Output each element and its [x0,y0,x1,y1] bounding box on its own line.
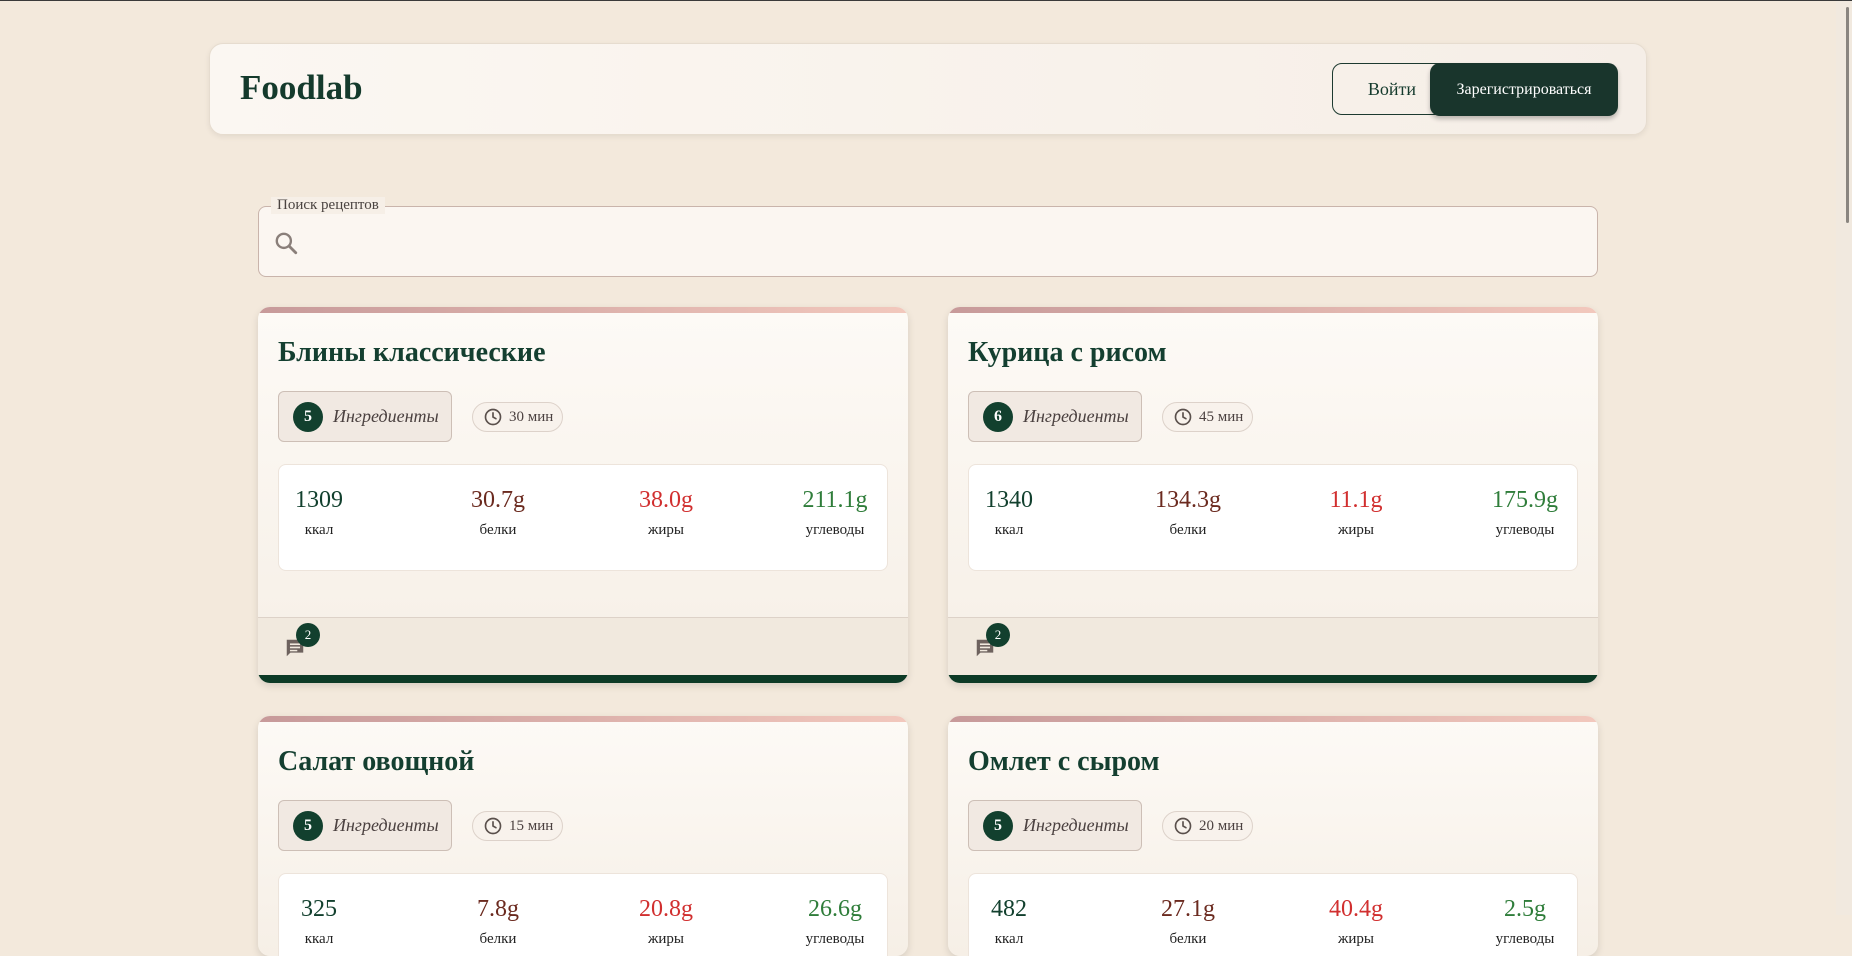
register-button[interactable]: Зарегистрироваться [1430,63,1618,116]
card-bottom-bar [948,675,1598,683]
recipe-title[interactable]: Блины классические [278,337,546,369]
app-header: Foodlab Войти Зарегистрироваться [209,43,1647,135]
kcal-label: ккал [304,522,334,538]
cook-time: 20 мин [1199,817,1244,834]
carbs-label: углеводы [1495,522,1555,538]
ingredients-button[interactable]: 5 Ингредиенты [278,800,452,851]
protein-label: белки [479,931,517,947]
carbs-value: 2.5g [1504,896,1546,922]
cook-time: 45 мин [1199,408,1244,425]
kcal-label: ккал [994,931,1024,947]
recipe-card[interactable]: Курица с рисом 6 Ингредиенты 45 мин 1340… [948,307,1598,683]
recipe-card[interactable]: Салат овощной 5 Ингредиенты 15 мин 325 к… [258,716,908,956]
ingredients-button[interactable]: 5 Ингредиенты [968,800,1142,851]
fat-label: жиры [1338,931,1374,947]
ingredients-count: 5 [293,401,323,432]
page-scrollbar[interactable] [1836,1,1852,915]
protein-value: 27.1g [1161,896,1215,922]
card-accent-bar [948,716,1598,722]
search-label: Поиск рецептов [271,197,385,214]
protein-label: белки [479,522,517,538]
nutrition-panel: 482 ккал 27.1g белки 40.4g жиры 2.5g угл… [968,873,1578,956]
fat-label: жиры [1338,522,1374,538]
protein-label: белки [1169,931,1207,947]
recipe-card[interactable]: Блины классические 5 Ингредиенты 30 мин … [258,307,908,683]
cook-time-chip: 45 мин [1162,402,1253,432]
carbs-value: 211.1g [802,487,868,513]
cook-time: 30 мин [509,408,554,425]
comment-count-badge: 2 [986,623,1010,647]
protein-value: 30.7g [471,487,525,513]
clock-icon [1174,408,1192,426]
comment-count-badge: 2 [296,623,320,647]
search-icon [275,232,298,255]
kcal-value: 482 [991,896,1027,922]
clock-icon [484,817,502,835]
logo[interactable]: Foodlab [240,68,363,108]
carbs-value: 26.6g [808,896,862,922]
recipe-title[interactable]: Салат овощной [278,746,474,778]
kcal-label: ккал [994,522,1024,538]
recipe-title[interactable]: Курица с рисом [968,337,1167,369]
card-accent-bar [258,716,908,722]
card-footer: 2 [258,617,908,676]
nutrition-panel: 325 ккал 7.8g белки 20.8g жиры 26.6g угл… [278,873,888,956]
card-accent-bar [948,307,1598,313]
nutrition-panel: 1309 ккал 30.7g белки 38.0g жиры 211.1g … [278,464,888,571]
protein-label: белки [1169,522,1207,538]
ingredients-count: 5 [293,810,323,841]
ingredients-count: 6 [983,401,1013,432]
protein-value: 7.8g [477,896,519,922]
ingredients-button[interactable]: 6 Ингредиенты [968,391,1142,442]
carbs-value: 175.9g [1492,487,1558,513]
kcal-value: 325 [301,896,337,922]
card-bottom-bar [258,675,908,683]
ingredients-label: Ингредиенты [333,815,439,835]
cook-time: 15 мин [509,817,554,834]
fat-label: жиры [648,931,684,947]
kcal-value: 1309 [295,487,343,513]
carbs-label: углеводы [805,931,865,947]
cook-time-chip: 30 мин [472,402,563,432]
ingredients-label: Ингредиенты [1023,406,1129,426]
scrollbar-thumb[interactable] [1846,7,1849,223]
card-accent-bar [258,307,908,313]
search-input[interactable] [307,219,1581,267]
fat-value: 20.8g [639,896,693,922]
nutrition-panel: 1340 ккал 134.3g белки 11.1g жиры 175.9g… [968,464,1578,571]
fat-value: 11.1g [1329,487,1383,513]
ingredients-label: Ингредиенты [1023,815,1129,835]
carbs-label: углеводы [805,522,865,538]
fat-label: жиры [648,522,684,538]
ingredients-count: 5 [983,810,1013,841]
kcal-value: 1340 [985,487,1033,513]
kcal-label: ккал [304,931,334,947]
carbs-label: углеводы [1495,931,1555,947]
fat-value: 38.0g [639,487,693,513]
clock-icon [484,408,502,426]
clock-icon [1174,817,1192,835]
search-field[interactable]: Поиск рецептов [258,197,1598,277]
fat-value: 40.4g [1329,896,1383,922]
ingredients-label: Ингредиенты [333,406,439,426]
ingredients-button[interactable]: 5 Ингредиенты [278,391,452,442]
cook-time-chip: 20 мин [1162,811,1253,841]
card-footer: 2 [948,617,1598,676]
protein-value: 134.3g [1155,487,1221,513]
cook-time-chip: 15 мин [472,811,563,841]
recipe-title[interactable]: Омлет с сыром [968,746,1160,778]
recipe-card[interactable]: Омлет с сыром 5 Ингредиенты 20 мин 482 к… [948,716,1598,956]
